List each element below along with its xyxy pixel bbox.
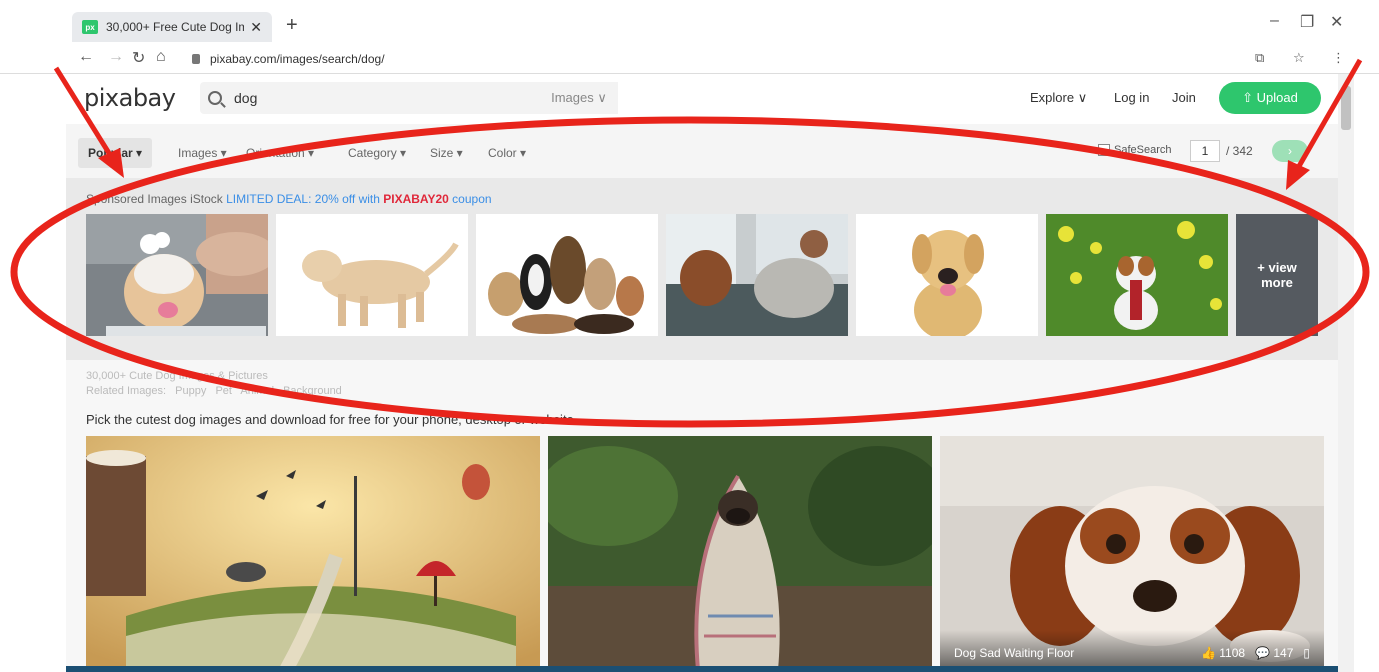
result-image[interactable]: Dog Sad Waiting Floor 👍 1108 💬 147 ▯ [940, 436, 1324, 670]
bottom-banner-strip [66, 666, 1338, 672]
filter-images[interactable]: Images ▾ [178, 146, 227, 160]
image-overlay: Dog Sad Waiting Floor 👍 1108 💬 147 ▯ [940, 630, 1324, 670]
related-tag[interactable]: Puppy [175, 385, 206, 397]
filter-color[interactable]: Color ▾ [488, 146, 526, 160]
next-page-button[interactable]: › [1272, 140, 1308, 162]
translate-icon[interactable]: ⧉ [1255, 50, 1264, 66]
sponsored-thumb[interactable] [856, 214, 1038, 336]
filter-size[interactable]: Size ▾ [430, 146, 463, 160]
close-tab-icon[interactable]: ✕ [250, 19, 262, 36]
join-link[interactable]: Join [1172, 90, 1196, 105]
safesearch-checkbox[interactable] [1098, 144, 1110, 156]
tab-title: 30,000+ Free Cute Dog Images & [106, 20, 245, 34]
page-number-input[interactable]: 1 [1190, 140, 1220, 162]
image-tags[interactable]: Dog Sad Waiting Floor [954, 646, 1201, 660]
bookmark-icon[interactable]: ▯ [1303, 646, 1310, 660]
search-results: 30,000+ Cute Dog Images & Pictures Relat… [66, 360, 1338, 672]
related-tag[interactable]: Background [283, 385, 342, 397]
safesearch-toggle[interactable]: SafeSearch [1098, 144, 1171, 156]
url-field[interactable]: pixabay.com/images/search/dog/ [186, 47, 1246, 71]
home-icon[interactable]: ⌂ [156, 48, 166, 66]
sponsored-thumb[interactable] [666, 214, 848, 336]
new-tab-icon[interactable]: + [286, 14, 298, 37]
coupon-code: PIXABAY20 [383, 192, 449, 206]
scrollbar-thumb[interactable] [1341, 86, 1351, 130]
like-count[interactable]: 👍 1108 [1201, 646, 1245, 660]
browser-address-bar: ← → ↻ ⌂ pixabay.com/images/search/dog/ ⧉… [0, 44, 1379, 74]
deal-link[interactable]: LIMITED DEAL: 20% off with [226, 192, 383, 206]
deal-suffix: coupon [448, 192, 492, 206]
related-images: Related Images: Puppy Pet Animal Backgro… [86, 385, 348, 397]
search-description: Pick the cutest dog images and download … [86, 412, 578, 427]
explore-menu[interactable]: Explore ∨ [1030, 90, 1087, 106]
pixabay-favicon-icon: px [82, 20, 98, 34]
related-tag[interactable]: Pet [215, 385, 232, 397]
sponsored-thumb[interactable] [86, 214, 268, 336]
browser-tab[interactable]: px 30,000+ Free Cute Dog Images & ✕ [72, 12, 272, 42]
related-label: Related Images: [86, 385, 167, 397]
search-icon [208, 91, 222, 105]
upload-button[interactable]: ⇧ Upload [1219, 82, 1321, 114]
result-image[interactable] [86, 436, 540, 670]
comment-count[interactable]: 💬 147 [1255, 646, 1293, 660]
filter-orientation[interactable]: Orientation ▾ [246, 146, 314, 160]
sponsored-thumb[interactable] [476, 214, 658, 336]
search-input[interactable] [234, 90, 534, 106]
browser-menu-icon[interactable]: ⋮ [1332, 50, 1345, 66]
sponsored-banner: Sponsored Images iStock LIMITED DEAL: 20… [86, 192, 492, 206]
pixabay-logo[interactable]: pixabay [84, 84, 176, 112]
login-link[interactable]: Log in [1114, 90, 1149, 105]
site-header: pixabay Images ∨ Explore ∨ Log in Join ⇧… [66, 74, 1338, 124]
lock-icon [192, 54, 200, 64]
minimize-icon[interactable]: – [1270, 12, 1279, 30]
sponsored-images-section: Sponsored Images iStock LIMITED DEAL: 20… [66, 178, 1338, 360]
sponsored-thumb[interactable] [276, 214, 468, 336]
forward-icon[interactable]: → [108, 48, 124, 66]
sponsored-thumb[interactable] [1046, 214, 1228, 336]
reload-icon[interactable]: ↻ [132, 48, 145, 68]
bookmark-star-icon[interactable]: ☆ [1293, 50, 1305, 66]
filter-popular[interactable]: Popular ▾ [78, 138, 153, 168]
result-title: 30,000+ Cute Dog Images & Pictures [86, 370, 268, 382]
url-text: pixabay.com/images/search/dog/ [210, 52, 385, 66]
search-type-dropdown[interactable]: Images ∨ [540, 82, 618, 114]
sponsored-prefix: Sponsored Images iStock [86, 192, 227, 206]
page-scrollbar[interactable] [1338, 74, 1354, 672]
back-icon[interactable]: ← [78, 48, 94, 66]
maximize-icon[interactable]: ❐ [1300, 12, 1314, 32]
result-image[interactable] [548, 436, 932, 670]
close-window-icon[interactable]: ✕ [1330, 12, 1343, 32]
filter-bar: Popular ▾ Images ▾ Orientation ▾ Categor… [66, 124, 1338, 178]
safesearch-label: SafeSearch [1114, 144, 1172, 156]
view-more-button[interactable]: + view more [1236, 214, 1318, 336]
browser-tab-bar: px 30,000+ Free Cute Dog Images & ✕ + – … [0, 0, 1379, 44]
related-tag[interactable]: Animal [240, 385, 274, 397]
filter-category[interactable]: Category ▾ [348, 146, 406, 160]
page-total: / 342 [1226, 144, 1253, 158]
